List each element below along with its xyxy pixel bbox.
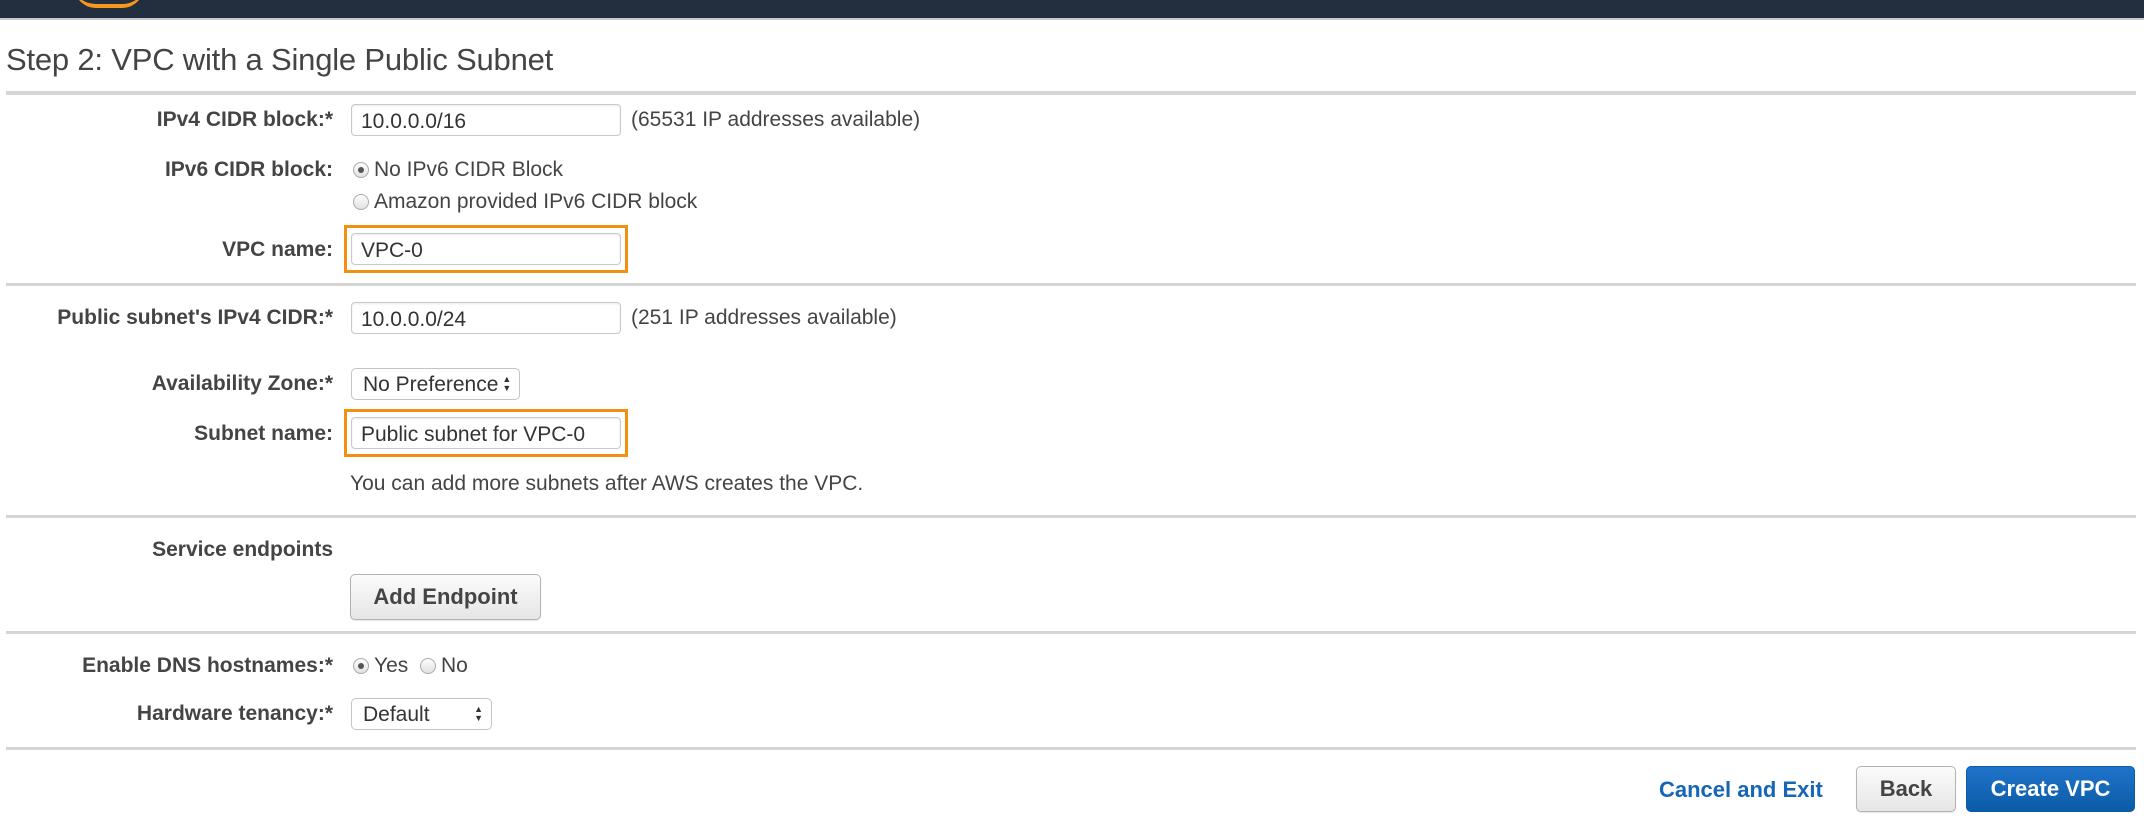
hardware-tenancy-select[interactable]: Default ▲ ▼ bbox=[351, 698, 492, 730]
select-value: No Preference bbox=[363, 373, 499, 396]
radio-dns-yes[interactable]: Yes bbox=[353, 654, 408, 678]
subnet-cidr-input[interactable] bbox=[351, 302, 621, 334]
aws-logo-icon[interactable] bbox=[74, 0, 144, 8]
radio-label: No IPv6 CIDR Block bbox=[374, 158, 564, 181]
vpc-name-input[interactable] bbox=[351, 233, 621, 265]
create-vpc-button[interactable]: Create VPC bbox=[1966, 766, 2135, 812]
add-endpoint-button[interactable]: Add Endpoint bbox=[350, 574, 541, 620]
ipv4-cidr-label: IPv4 CIDR block:* bbox=[156, 108, 333, 131]
divider bbox=[6, 631, 2136, 634]
select-value: Default bbox=[363, 703, 430, 726]
subnet-name-input[interactable] bbox=[351, 417, 621, 449]
ipv4-cidr-hint: (65531 IP addresses available) bbox=[631, 108, 921, 131]
ipv6-cidr-label: IPv6 CIDR block: bbox=[164, 158, 333, 181]
divider bbox=[6, 91, 2136, 95]
radio-label: Amazon provided IPv6 CIDR block bbox=[374, 190, 698, 213]
radio-checked-icon[interactable] bbox=[353, 162, 369, 178]
radio-checked-icon[interactable] bbox=[353, 658, 369, 674]
cancel-and-exit-link[interactable]: Cancel and Exit bbox=[1659, 777, 1823, 803]
top-navigation-bar bbox=[0, 0, 2144, 20]
radio-amazon-ipv6[interactable]: Amazon provided IPv6 CIDR block bbox=[353, 190, 697, 214]
divider bbox=[6, 515, 2136, 518]
radio-unchecked-icon[interactable] bbox=[353, 194, 369, 210]
hardware-tenancy-label: Hardware tenancy:* bbox=[136, 702, 333, 725]
service-endpoints-label: Service endpoints bbox=[152, 538, 333, 561]
back-button[interactable]: Back bbox=[1856, 766, 1956, 812]
radio-unchecked-icon[interactable] bbox=[420, 658, 436, 674]
availability-zone-label: Availability Zone:* bbox=[151, 372, 333, 395]
ipv4-cidr-input[interactable] bbox=[351, 104, 621, 136]
radio-label: No bbox=[441, 654, 468, 677]
divider bbox=[6, 747, 2136, 750]
subnet-cidr-hint: (251 IP addresses available) bbox=[631, 306, 897, 329]
dns-hostnames-label: Enable DNS hostnames:* bbox=[82, 654, 333, 677]
select-arrows-icon: ▲ ▼ bbox=[502, 374, 512, 393]
subnet-note: You can add more subnets after AWS creat… bbox=[350, 472, 864, 495]
subnet-name-label: Subnet name: bbox=[194, 422, 333, 445]
radio-label: Yes bbox=[374, 654, 409, 677]
divider bbox=[6, 283, 2136, 286]
select-arrows-icon: ▲ ▼ bbox=[474, 704, 483, 723]
page-title: Step 2: VPC with a Single Public Subnet bbox=[6, 42, 554, 77]
subnet-cidr-label: Public subnet's IPv4 CIDR:* bbox=[57, 306, 333, 329]
radio-dns-no[interactable]: No bbox=[420, 654, 468, 678]
radio-no-ipv6[interactable]: No IPv6 CIDR Block bbox=[353, 158, 563, 182]
availability-zone-select[interactable]: No Preference ▲ ▼ bbox=[351, 368, 521, 400]
vpc-name-label: VPC name: bbox=[222, 238, 333, 261]
